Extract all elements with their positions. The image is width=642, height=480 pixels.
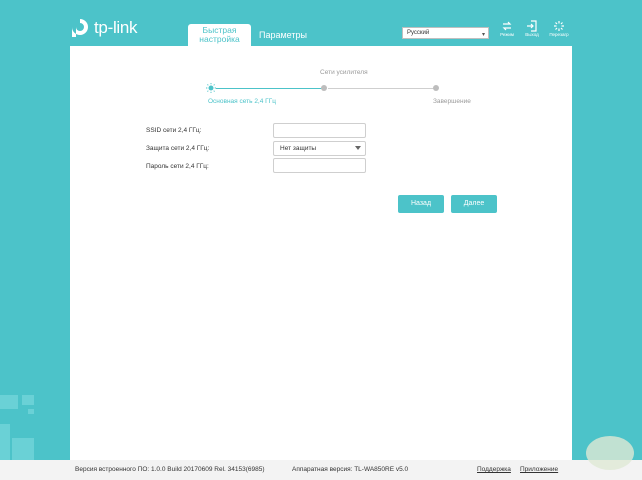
tab-settings[interactable]: Параметры [259,24,307,46]
footer: Версия встроенного ПО: 1.0.0 Build 20170… [0,460,642,480]
step-dot [433,85,439,91]
password-label: Пароль сети 2,4 ГГц: [146,163,209,170]
back-button[interactable]: Назад [398,195,444,213]
security-label: Защита сети 2,4 ГГц: [146,145,210,152]
mode-label: Режим [500,32,514,37]
step-label-extender-networks: Сети усилителя [320,69,368,76]
logout-button[interactable]: Выход [520,19,544,37]
decor-square [0,424,10,462]
chevron-down-icon: ▾ [481,32,485,38]
logo-text: tp-link [94,18,138,37]
decor-square [0,395,18,409]
mode-icon [495,19,519,32]
ssid-input[interactable] [273,123,366,138]
hardware-version: Аппаратная версия: TL-WA850RE v5.0 [292,466,409,473]
decor-square [12,438,34,462]
step-label-finish: Завершение [433,98,471,105]
password-input[interactable] [273,158,366,173]
language-select[interactable]: Русский ▾ [402,27,489,39]
support-link[interactable]: Поддержка [477,466,511,473]
progress-line-done [216,88,322,89]
security-value: Нет защиты [280,145,317,152]
security-select[interactable]: Нет защиты [273,141,366,156]
watermark-logo [586,436,634,470]
app-link[interactable]: Приложение [520,466,558,473]
tab-quick-setup[interactable]: Быстрая настройка [188,24,251,46]
step-dot [321,85,327,91]
reboot-button[interactable]: Перезагр [547,19,571,37]
logout-icon [520,19,544,32]
tp-link-logo-icon [72,19,88,37]
caret-down-icon [355,146,361,150]
firmware-version: Версия встроенного ПО: 1.0.0 Build 20170… [75,466,265,473]
reboot-label: Перезагр [549,32,569,37]
next-button[interactable]: Далее [451,195,497,213]
decor-square [28,409,34,414]
main-panel: Основная сеть 2,4 ГГц Сети усилителя Зав… [70,46,572,460]
progress-line [328,88,434,89]
mode-button[interactable]: Режим [495,19,519,37]
tp-link-logo: tp-link [70,17,138,39]
decor-square [22,395,34,405]
language-value: Русский [407,30,430,36]
ssid-label: SSID сети 2,4 ГГц: [146,127,202,134]
logout-label: Выход [525,32,539,37]
active-step-icon [206,83,216,93]
step-label-main-network: Основная сеть 2,4 ГГц [208,98,276,105]
reboot-icon [547,19,571,32]
